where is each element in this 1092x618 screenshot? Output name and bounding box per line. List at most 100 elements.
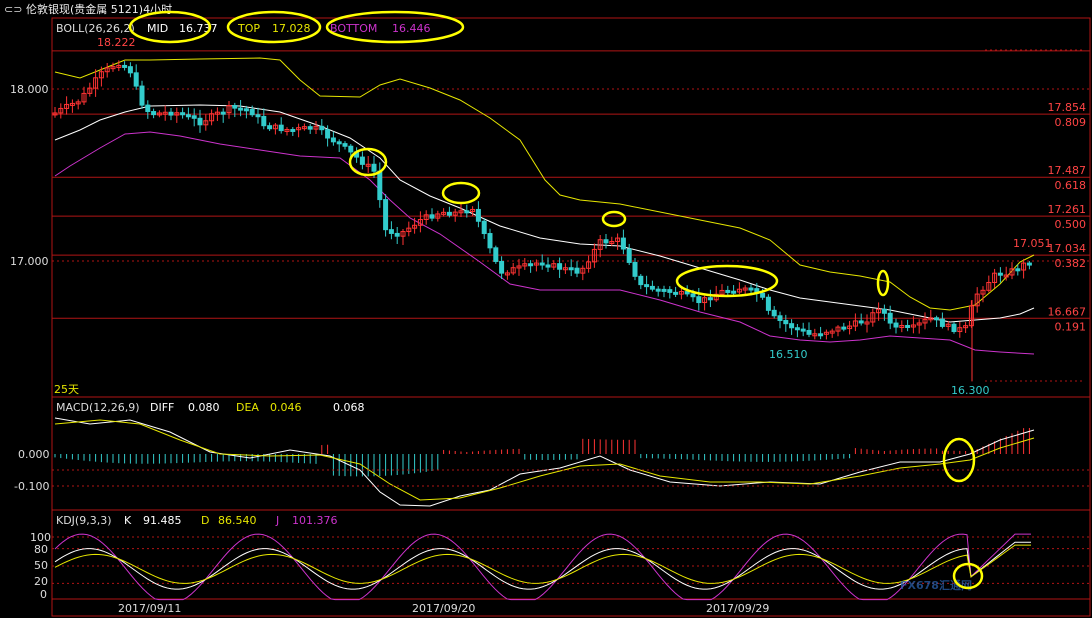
- candle-down: [464, 210, 470, 214]
- candle-down: [568, 267, 574, 271]
- candle-down: [748, 287, 754, 291]
- candle-down: [707, 297, 713, 301]
- highlight-ellipses: [128, 10, 984, 590]
- candle-down: [789, 323, 795, 329]
- candle-down: [806, 329, 812, 335]
- candle-down: [168, 111, 174, 116]
- candle-down: [446, 211, 452, 216]
- y-axis-labels: 18.000 17.000 0.000 -0.100 100 80 50 20 …: [10, 83, 51, 601]
- fib-ratio-label: 0.618: [1055, 179, 1087, 192]
- dea-label: DEA: [236, 401, 259, 414]
- candle-down: [197, 117, 203, 126]
- candle-down: [557, 263, 563, 270]
- macd-hist-value: 0.068: [333, 401, 365, 414]
- candle-down: [238, 107, 244, 111]
- candle-down: [267, 125, 273, 130]
- candle-down: [661, 288, 667, 292]
- candle-down: [818, 333, 824, 337]
- candle-down: [638, 275, 644, 286]
- candle-down: [261, 115, 267, 127]
- candle-down: [330, 137, 336, 143]
- candle-down: [191, 115, 197, 119]
- fib-price-label: 17.487: [1048, 164, 1087, 177]
- candle-down: [667, 289, 673, 293]
- candle-down: [319, 125, 325, 131]
- candle-down: [180, 112, 186, 116]
- candle-down: [934, 317, 940, 321]
- j-value: 101.376: [292, 514, 338, 527]
- candle-down: [939, 318, 945, 327]
- candle-down: [626, 248, 632, 263]
- diff-label: DIFF: [150, 401, 174, 414]
- macd-tick-neg: -0.100: [14, 480, 49, 493]
- candle-down: [371, 163, 377, 172]
- candle-down: [858, 320, 864, 324]
- bottom-label: BOTTOM: [330, 22, 377, 35]
- kdj-tick-80: 80: [34, 543, 48, 556]
- kdj-tick-0: 0: [40, 588, 47, 601]
- last-price-label: 17.051: [1013, 237, 1052, 250]
- high-label: 18.222: [97, 36, 136, 49]
- candlesticks: [52, 60, 1032, 382]
- candle-down: [794, 327, 800, 331]
- candle-down: [765, 296, 771, 311]
- top-label: TOP: [237, 22, 260, 35]
- title-bar: ⊂⊃ 伦敦银现(贵金属 5121)4小时: [0, 0, 1092, 18]
- k-label: K: [124, 514, 132, 527]
- candle-down: [342, 143, 348, 147]
- candle-down: [336, 141, 342, 145]
- candle-down: [887, 312, 893, 324]
- top-value: 17.028: [272, 22, 311, 35]
- x-tick-0929: 2017/09/29: [706, 602, 769, 615]
- fib-price-label: 17.854: [1048, 101, 1087, 114]
- fib-ratio-label: 0.382: [1055, 257, 1087, 270]
- candle-down: [632, 261, 638, 277]
- mid-label: MID: [147, 22, 168, 35]
- candle-down: [429, 214, 435, 219]
- candle-down: [760, 292, 766, 298]
- fib-price-label: 17.261: [1048, 203, 1087, 216]
- candle-down: [481, 220, 487, 235]
- kdj-tick-20: 20: [34, 575, 48, 588]
- candle-down: [644, 284, 650, 288]
- macd-dea-line: [54, 419, 1035, 501]
- candle-down: [951, 323, 957, 333]
- dea-value: 0.046: [270, 401, 302, 414]
- fib-ratio-label: 0.809: [1055, 116, 1087, 129]
- candle-down: [539, 262, 545, 266]
- candle-down: [243, 108, 249, 112]
- candle-down: [475, 208, 481, 222]
- candle-down: [771, 309, 777, 317]
- candle-down: [731, 290, 737, 294]
- fib-ratio-label: 0.500: [1055, 218, 1087, 231]
- candle-down: [359, 156, 365, 165]
- boll-top-line: [54, 57, 1035, 311]
- y-tick-17: 17.000: [10, 255, 49, 268]
- candle-down: [777, 315, 783, 321]
- candle-down: [893, 322, 899, 328]
- candle-down: [325, 129, 331, 139]
- chart-canvas: ⊂⊃ 伦敦银现(贵金属 5121)4小时 17.854 0.809 17.487 0.…: [0, 0, 1092, 617]
- candle-down: [185, 114, 191, 118]
- d-label: D: [201, 514, 209, 527]
- candle-down: [278, 124, 284, 132]
- fib-ratio-label: 0.191: [1055, 320, 1087, 333]
- candle-down: [232, 105, 238, 109]
- k-value: 91.485: [143, 514, 182, 527]
- x-tick-0920: 2017/09/20: [412, 602, 475, 615]
- candle-down: [655, 288, 661, 292]
- fib-price-label: 16.667: [1048, 305, 1087, 318]
- candle-down: [574, 267, 580, 274]
- kdj-label: KDJ(9,3,3): [56, 514, 112, 527]
- candle-down: [220, 111, 226, 115]
- candle-down: [377, 170, 383, 201]
- candle-down: [388, 229, 394, 234]
- candle-down: [603, 239, 609, 244]
- candle-down: [348, 145, 354, 153]
- candle-down: [528, 263, 534, 267]
- candle-down: [725, 289, 731, 293]
- fib-price-label: 17.034: [1048, 242, 1087, 255]
- candle-down: [673, 291, 679, 295]
- candle-down: [997, 272, 1003, 276]
- candle-down: [881, 308, 887, 314]
